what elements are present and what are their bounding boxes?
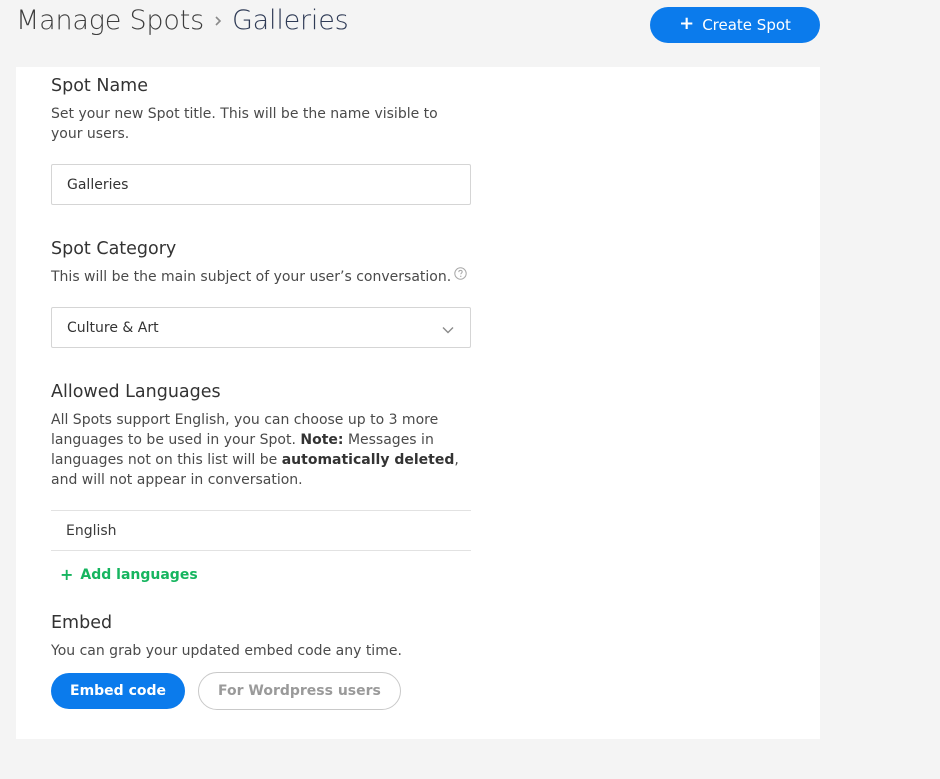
create-spot-button[interactable]: + Create Spot — [650, 7, 820, 43]
allowed-languages-section: Allowed Languages All Spots support Engl… — [51, 382, 471, 584]
spot-settings-card: Spot Name Set your new Spot title. This … — [16, 67, 820, 739]
spot-name-title: Spot Name — [51, 76, 148, 96]
spot-category-select[interactable]: Culture & Art — [51, 307, 471, 348]
embed-code-button[interactable]: Embed code — [51, 673, 185, 709]
chevron-right-icon — [214, 15, 222, 26]
language-list: English — [51, 510, 471, 551]
spot-category-selected: Culture & Art — [67, 319, 159, 336]
help-icon[interactable] — [454, 266, 467, 286]
allowed-languages-title: Allowed Languages — [51, 382, 221, 402]
chevron-down-icon — [442, 322, 454, 338]
embed-title: Embed — [51, 613, 113, 633]
languages-desc-bold: automatically deleted — [281, 452, 455, 468]
plus-icon: + — [679, 13, 695, 34]
allowed-languages-description: All Spots support English, you can choos… — [51, 410, 471, 490]
plus-icon: + — [60, 565, 74, 584]
spot-name-description: Set your new Spot title. This will be th… — [51, 106, 438, 142]
language-item: English — [66, 522, 117, 539]
page-header: Manage Spots Galleries + Create Spot — [16, 0, 820, 48]
create-spot-label: Create Spot — [702, 16, 791, 34]
breadcrumb-current: Galleries — [231, 5, 349, 36]
breadcrumb-root[interactable]: Manage Spots — [16, 5, 204, 36]
add-languages-button[interactable]: + Add languages — [60, 565, 198, 584]
spot-name-field[interactable] — [51, 164, 471, 205]
embed-section: Embed You can grab your updated embed co… — [51, 613, 471, 710]
spot-name-input[interactable] — [67, 176, 455, 193]
embed-buttons: Embed code For Wordpress users — [51, 672, 471, 710]
breadcrumb: Manage Spots Galleries — [16, 5, 349, 36]
embed-description: You can grab your updated embed code any… — [51, 643, 402, 659]
languages-desc-note: Note: — [300, 432, 344, 448]
spot-category-title: Spot Category — [51, 239, 177, 259]
spot-name-section: Spot Name Set your new Spot title. This … — [51, 76, 471, 205]
spot-category-description: This will be the main subject of your us… — [51, 269, 452, 285]
add-languages-label: Add languages — [80, 567, 198, 583]
spot-category-section: Spot Category This will be the main subj… — [51, 239, 471, 348]
spot-category-description-row: This will be the main subject of your us… — [51, 266, 471, 287]
wordpress-users-button[interactable]: For Wordpress users — [198, 672, 401, 710]
